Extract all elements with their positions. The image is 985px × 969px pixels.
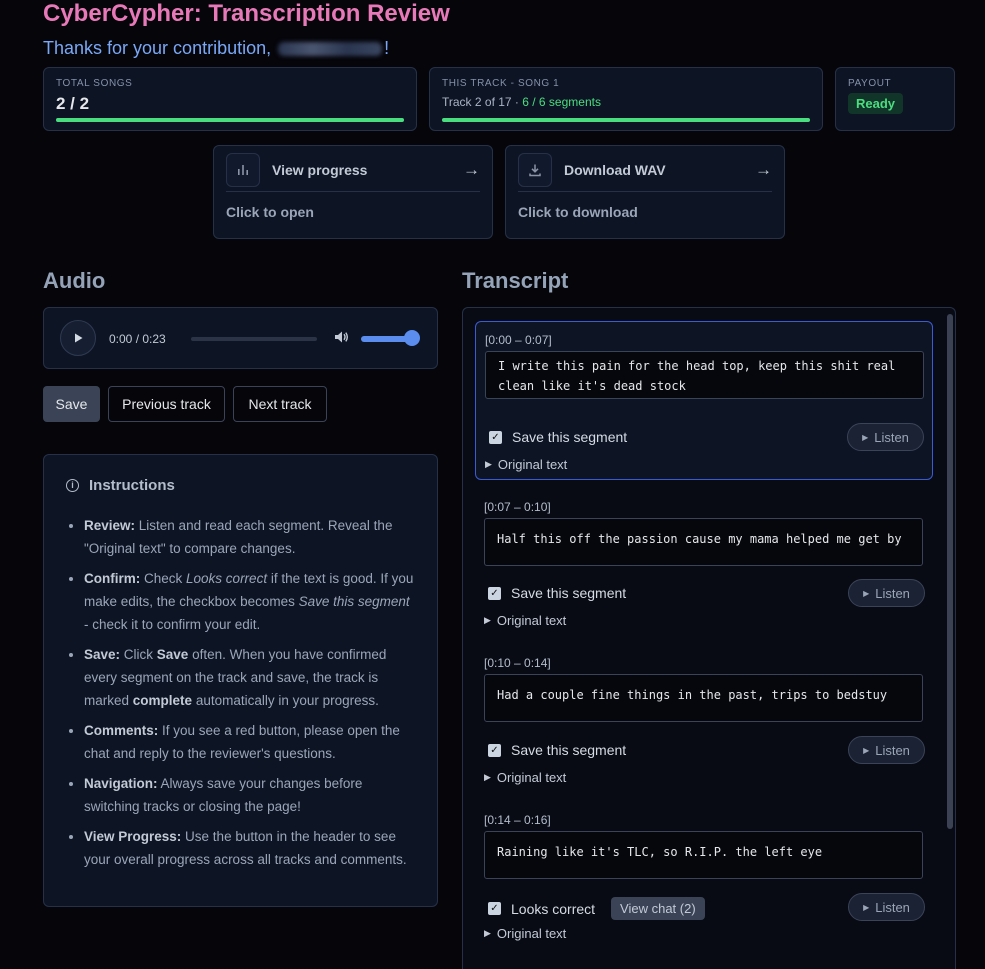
- this-track-progress-bar: [442, 118, 810, 122]
- download-wav-card[interactable]: Download WAV → Click to download: [505, 145, 785, 239]
- segment-checkbox-row[interactable]: ✓ Save this segment: [488, 585, 626, 601]
- transcript-segment: [0:14 – 0:16] Raining like it's TLC, so …: [475, 802, 933, 952]
- list-item: Navigation: Always save your changes bef…: [84, 772, 415, 818]
- audio-player: 0:00 / 0:23: [43, 307, 438, 369]
- segment-checkbox[interactable]: ✓: [488, 586, 501, 600]
- this-track-label: THIS TRACK - SONG 1: [442, 78, 560, 89]
- list-item: Save: Click Save often. When you have co…: [84, 643, 415, 712]
- arrow-right-icon: →: [755, 159, 772, 179]
- original-text-toggle[interactable]: ▶ Original text: [484, 613, 566, 628]
- segment-checkbox[interactable]: ✓: [488, 743, 501, 757]
- save-button[interactable]: Save: [43, 386, 100, 422]
- next-track-button[interactable]: Next track: [233, 386, 327, 422]
- play-icon: ▶: [863, 745, 870, 755]
- caret-right-icon: ▶: [484, 615, 491, 625]
- total-songs-progress-fill: [56, 118, 404, 122]
- segment-text-input[interactable]: Half this off the passion cause my mama …: [484, 518, 923, 566]
- original-text-toggle[interactable]: ▶ Original text: [484, 926, 566, 941]
- segment-checkbox[interactable]: ✓: [488, 902, 501, 915]
- this-track-card: THIS TRACK - SONG 1 Track 2 of 17 · 6 / …: [429, 67, 823, 131]
- segment-text-input[interactable]: Had a couple fine things in the past, tr…: [484, 674, 923, 722]
- listen-button[interactable]: ▶ Listen: [848, 579, 925, 607]
- listen-button[interactable]: ▶ Listen: [848, 893, 925, 921]
- caret-right-icon: ▶: [484, 928, 491, 938]
- transcript-heading: Transcript: [462, 268, 569, 293]
- original-text-toggle[interactable]: ▶ Original text: [485, 457, 567, 472]
- payout-card: PAYOUT Ready: [835, 67, 955, 131]
- instructions-heading: Instructions: [89, 477, 175, 494]
- segment-time: [0:00 – 0:07]: [485, 333, 552, 347]
- transcript-segment: [0:00 – 0:07] I write this pain for the …: [475, 321, 933, 480]
- list-item: Review: Listen and read each segment. Re…: [84, 514, 415, 560]
- view-progress-title: View progress: [272, 161, 368, 178]
- segment-checkbox-label: Save this segment: [512, 429, 628, 445]
- audio-seek-bar[interactable]: [191, 337, 317, 341]
- download-wav-title: Download WAV: [564, 161, 666, 178]
- segment-time: [0:14 – 0:16]: [484, 813, 551, 827]
- transcript-segment: [0:10 – 0:14] Had a couple fine things i…: [475, 645, 933, 795]
- segment-text-input[interactable]: Raining like it's TLC, so R.I.P. the lef…: [484, 831, 923, 879]
- previous-track-button[interactable]: Previous track: [108, 386, 225, 422]
- total-songs-card: TOTAL SONGS 2 / 2: [43, 67, 417, 131]
- this-track-progress-fill: [442, 118, 810, 122]
- segment-checkbox[interactable]: ✓: [489, 430, 502, 444]
- transcript-segment: [0:07 – 0:10] Half this off the passion …: [475, 489, 933, 639]
- segment-checkbox-label: Save this segment: [511, 585, 627, 601]
- volume-slider-handle[interactable]: [404, 330, 420, 346]
- segment-checkbox-row[interactable]: ✓ Looks correct View chat (2): [488, 897, 705, 920]
- list-item: Comments: If you see a red button, pleas…: [84, 719, 415, 765]
- this-track-info: Track 2 of 17 · 6 / 6 segments: [442, 95, 810, 109]
- play-icon: ▶: [863, 588, 870, 598]
- original-text-toggle[interactable]: ▶ Original text: [484, 770, 566, 785]
- view-chat-button[interactable]: View chat (2): [611, 897, 705, 920]
- segment-time: [0:07 – 0:10]: [484, 500, 551, 514]
- audio-heading: Audio: [43, 268, 106, 293]
- arrow-right-icon: →: [463, 159, 480, 179]
- info-icon: i: [66, 479, 79, 492]
- caret-right-icon: ▶: [484, 772, 491, 782]
- total-songs-label: TOTAL SONGS: [56, 78, 133, 89]
- segment-checkbox-row[interactable]: ✓ Save this segment: [489, 429, 627, 445]
- page-title: CyberCypher: Transcription Review: [43, 0, 450, 27]
- total-songs-value: 2 / 2: [56, 94, 90, 113]
- play-icon: ▶: [863, 902, 870, 912]
- track-position: Track 2 of 17 ·: [442, 95, 523, 109]
- play-icon: [75, 333, 83, 343]
- transcript-scrollbar[interactable]: [947, 314, 953, 829]
- instructions-panel: i Instructions Review: Listen and read e…: [43, 454, 438, 907]
- download-wav-subtitle: Click to download: [518, 204, 638, 220]
- instructions-list: Review: Listen and read each segment. Re…: [66, 514, 415, 871]
- bar-chart-icon: [226, 152, 260, 187]
- play-icon: ▶: [862, 432, 869, 442]
- segments-count: 6 / 6 segments: [522, 95, 601, 109]
- segment-checkbox-row[interactable]: ✓ Save this segment: [488, 742, 626, 758]
- volume-icon[interactable]: [333, 329, 349, 350]
- listen-button[interactable]: ▶ Listen: [847, 423, 924, 451]
- thanks-message: Thanks for your contribution, !: [43, 38, 389, 59]
- segment-text-input[interactable]: I write this pain for the head top, keep…: [485, 351, 924, 399]
- total-songs-progress-bar: [56, 118, 404, 122]
- view-progress-card[interactable]: View progress → Click to open: [213, 145, 493, 239]
- segment-checkbox-label: Looks correct: [511, 900, 596, 917]
- thanks-suffix: !: [384, 38, 390, 58]
- caret-right-icon: ▶: [485, 459, 492, 469]
- view-progress-subtitle: Click to open: [226, 204, 314, 220]
- transcript-panel: [0:00 – 0:07] I write this pain for the …: [462, 307, 956, 969]
- download-icon: [518, 152, 552, 187]
- redacted-username: [278, 42, 383, 57]
- audio-time: 0:00 / 0:23: [109, 332, 166, 346]
- listen-button[interactable]: ▶ Listen: [848, 736, 925, 764]
- list-item: View Progress: Use the button in the hea…: [84, 825, 415, 871]
- payout-status-badge: Ready: [848, 93, 904, 114]
- list-item: Confirm: Check Looks correct if the text…: [84, 567, 415, 636]
- segment-checkbox-label: Save this segment: [511, 742, 627, 758]
- payout-label: PAYOUT: [848, 78, 892, 89]
- play-button[interactable]: [60, 320, 96, 356]
- segment-time: [0:10 – 0:14]: [484, 656, 551, 670]
- thanks-prefix: Thanks for your contribution,: [43, 38, 272, 58]
